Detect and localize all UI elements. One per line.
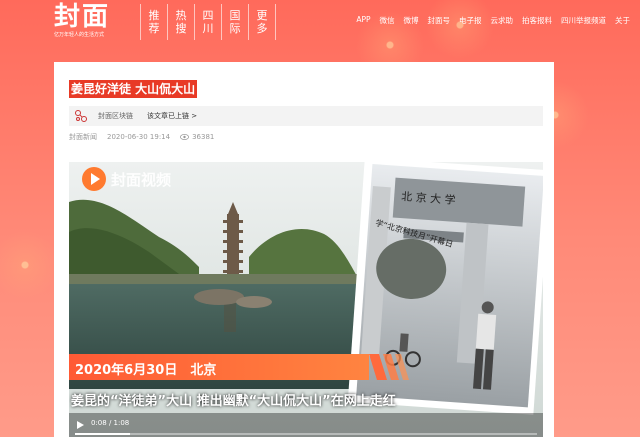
firework-decoration	[0, 230, 60, 300]
link-weibo[interactable]: 微博	[404, 15, 419, 26]
nav-item-more[interactable]: 更多	[248, 4, 276, 40]
logo-title: 封面	[54, 2, 111, 32]
video-watermark: 封面视频	[81, 166, 171, 192]
link-cloud-help[interactable]: 云求助	[491, 15, 514, 26]
play-icon[interactable]	[77, 421, 84, 429]
video-caption: 姜昆的“洋徒弟”大山 推出幽默“大山侃大山”在网上走红	[71, 394, 396, 409]
date-banner: 2020年6月30日 北京	[69, 354, 369, 380]
blockchain-icon	[75, 110, 87, 122]
video-player[interactable]: 北 京 大 学 学“北京科技月”开幕日 封面视频 2020年6月30日 北京 姜…	[69, 162, 543, 437]
nav-item-recommend[interactable]: 推荐	[140, 4, 167, 40]
video-logo-text: 封面视频	[111, 170, 172, 189]
view-count: 36381	[192, 133, 215, 141]
article-source: 封面新闻	[69, 133, 97, 141]
video-date: 2020年6月30日 北京	[75, 363, 217, 378]
article-title: 姜昆好洋徒 大山侃大山	[69, 80, 198, 98]
link-report-tip[interactable]: 拍客报料	[522, 15, 552, 26]
nav-label: 四川	[202, 9, 214, 35]
video-controls: 0:08 / 1:08	[69, 413, 543, 437]
blockchain-link[interactable]: 该文章已上链 >	[147, 111, 197, 121]
nav-label: 更多	[256, 9, 268, 35]
article-meta: 封面新闻 2020-06-30 19:14 36381	[69, 132, 224, 142]
video-time: 0:08 / 1:08	[91, 419, 130, 427]
header-links: APP 微信 微博 封面号 电子报 云求助 拍客报料 四川举报频道 关于	[356, 15, 630, 26]
site-logo[interactable]: 封面 亿万年轻人的生活方式	[54, 4, 124, 40]
article-card: 姜昆好洋徒 大山侃大山 封面区块链 该文章已上链 > 封面新闻 2020-06-…	[54, 62, 554, 437]
nav-label: 推荐	[148, 9, 160, 35]
link-fengmian-hao[interactable]: 封面号	[428, 15, 451, 26]
logo-tagline: 亿万年轻人的生活方式	[54, 32, 105, 38]
site-header: 封面 亿万年轻人的生活方式 推荐 热搜 四川 国际 更多 APP 微信 微博 封…	[0, 0, 640, 44]
blockchain-bar: 封面区块链 该文章已上链 >	[69, 106, 543, 126]
nav-item-international[interactable]: 国际	[221, 4, 248, 40]
nav-label: 国际	[229, 9, 241, 35]
link-wechat[interactable]: 微信	[380, 15, 395, 26]
video-progress-fill	[75, 433, 131, 435]
eye-icon	[180, 134, 190, 140]
link-app[interactable]: APP	[356, 15, 370, 26]
nav-label: 热搜	[175, 9, 187, 35]
link-e-paper[interactable]: 电子报	[459, 15, 482, 26]
nav-item-trending[interactable]: 热搜	[167, 4, 194, 40]
nav-item-sichuan[interactable]: 四川	[194, 4, 221, 40]
video-progress-bar[interactable]	[75, 433, 537, 435]
video-play-logo-icon	[82, 167, 106, 191]
blockchain-label: 封面区块链	[98, 112, 133, 120]
link-sichuan-report[interactable]: 四川举报频道	[561, 15, 606, 26]
link-about[interactable]: 关于	[615, 15, 630, 26]
top-nav: 推荐 热搜 四川 国际 更多	[140, 4, 276, 40]
article-datetime: 2020-06-30 19:14	[107, 133, 171, 141]
banner-stripes	[369, 354, 409, 380]
